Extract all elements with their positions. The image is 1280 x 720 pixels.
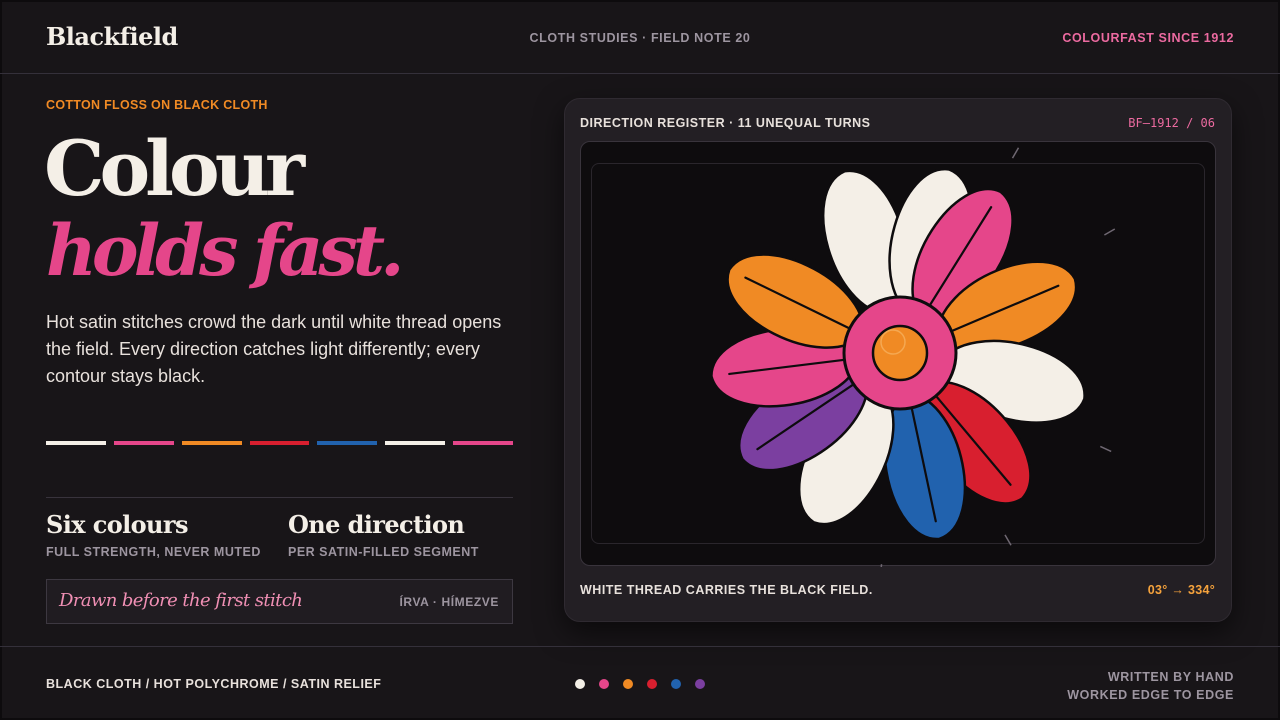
footer-credit-line: WORKED EDGE TO EDGE [1067,688,1234,702]
stitch-tick [1099,445,1112,453]
swatch-bar [113,441,174,445]
stitch-tick [1104,228,1116,236]
stat-title: One direction [288,510,465,539]
direction-register-card: DIRECTION REGISTER · 11 UNEQUAL TURNS BF… [564,98,1232,622]
site-header: Blackfield CLOTH STUDIES · FIELD NOTE 20… [0,0,1280,74]
flower-center-core [871,324,929,382]
swatch-bar [46,441,106,445]
swatch-bar [249,441,310,445]
hero-title-line1: Colour [44,124,305,213]
colour-dot[interactable] [671,679,681,689]
swatch-bar [453,441,514,445]
footer-materials: BLACK CLOTH / HOT POLYCHROME / SATIN REL… [46,677,382,691]
colour-dot[interactable] [647,679,657,689]
colour-dot-row [575,679,705,689]
stitch-tick [880,564,883,567]
hero-title-line2: holds fast. [46,209,404,292]
stat-subtitle: FULL STRENGTH, NEVER MUTED [46,545,261,559]
card-title: DIRECTION REGISTER · 11 UNEQUAL TURNS [580,116,871,130]
note-script: Drawn before the first stitch [59,590,303,611]
note-tag: ÍRVA · HÍMEZVE [399,595,499,609]
colour-dot[interactable] [575,679,585,689]
footer-credits: WRITTEN BY HAND WORKED EDGE TO EDGE [1067,668,1234,704]
swatch-bar [317,441,378,445]
swatch-bar [385,441,446,445]
swatch-bar [181,441,242,445]
stitch-tick [1004,534,1012,546]
stat-title: Six colours [46,510,188,539]
footer-credit-line: WRITTEN BY HAND [1107,670,1234,684]
colour-swatch-row [46,441,514,445]
card-angle-range: 03° → 334° [1147,583,1215,597]
flower-illustration [710,147,1116,567]
stat-colours: Six colours FULL STRENGTH, NEVER MUTED [46,510,261,559]
hero-lede: Hot satin stitches crowd the dark until … [46,312,502,386]
handwritten-note: Drawn before the first stitch ÍRVA · HÍM… [46,579,513,624]
header-tagline: COLOURFAST SINCE 1912 [1062,31,1234,45]
site-footer: BLACK CLOTH / HOT POLYCHROME / SATIN REL… [0,646,1280,720]
colour-dot[interactable] [695,679,705,689]
colour-dot[interactable] [623,679,633,689]
card-code: BF—1912 / 06 [1128,116,1215,130]
colour-dot[interactable] [599,679,609,689]
embroidery-canvas [580,141,1216,567]
stat-direction: One direction PER SATIN-FILLED SEGMENT [288,510,479,559]
stitch-tick [1011,147,1020,159]
stat-subtitle: PER SATIN-FILLED SEGMENT [288,545,479,559]
card-footer-text: WHITE THREAD CARRIES THE BLACK FIELD. [580,583,873,597]
hero-eyebrow: COTTON FLOSS ON BLACK CLOTH [46,98,268,112]
stats-divider [46,497,513,498]
